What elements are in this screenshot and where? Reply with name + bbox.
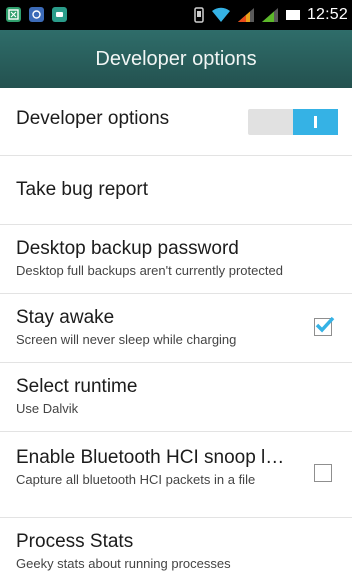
select-runtime-title: Select runtime: [16, 376, 138, 397]
preferences-list: Developer options Take bug report Deskto…: [0, 88, 352, 578]
stay-awake-title: Stay awake: [16, 307, 115, 328]
bluetooth-snoop-summary: Capture all bluetooth HCI packets in a f…: [16, 472, 256, 487]
signal-icon: [261, 8, 278, 22]
system-icons: 12:52: [193, 6, 348, 24]
action-bar: Developer options: [0, 30, 352, 88]
signal-icon: [237, 8, 254, 22]
battery-icon: [285, 10, 300, 20]
app-notification-icon: [52, 7, 67, 22]
bluetooth-snoop-row[interactable]: Enable Bluetooth HCI snoop l… Capture al…: [0, 432, 352, 518]
stay-awake-row[interactable]: Stay awake Screen will never sleep while…: [0, 294, 352, 363]
bug-report-title: Take bug report: [16, 179, 149, 200]
toggle-knob: [293, 109, 338, 135]
select-runtime-row[interactable]: Select runtime Use Dalvik: [0, 363, 352, 432]
bluetooth-snoop-title: Enable Bluetooth HCI snoop l…: [16, 447, 285, 468]
checkmark-icon: [315, 316, 335, 333]
app-notification-icon: [29, 7, 44, 22]
developer-options-toggle[interactable]: [248, 109, 338, 135]
bluetooth-snoop-checkbox[interactable]: [314, 464, 332, 482]
stay-awake-checkbox[interactable]: [314, 316, 335, 336]
developer-options-row[interactable]: Developer options: [0, 88, 352, 156]
vibrate-icon: [194, 7, 204, 23]
process-stats-title: Process Stats: [16, 531, 134, 552]
bug-report-row[interactable]: Take bug report: [0, 156, 352, 225]
clock: 12:52: [306, 6, 348, 23]
developer-options-title: Developer options: [16, 108, 170, 129]
select-runtime-summary: Use Dalvik: [16, 401, 79, 416]
backup-password-title: Desktop backup password: [16, 238, 239, 259]
backup-password-summary: Desktop full backups aren't currently pr…: [16, 263, 283, 278]
page-title: Developer options: [95, 47, 257, 70]
process-stats-row[interactable]: Process Stats Geeky stats about running …: [0, 518, 352, 578]
status-bar: 12:52: [0, 0, 352, 30]
wifi-icon: [211, 7, 230, 23]
process-stats-summary: Geeky stats about running processes: [16, 556, 231, 571]
notification-icons: [6, 7, 67, 22]
app-notification-icon: [6, 7, 21, 22]
stay-awake-summary: Screen will never sleep while charging: [16, 332, 237, 347]
backup-password-row[interactable]: Desktop backup password Desktop full bac…: [0, 225, 352, 294]
